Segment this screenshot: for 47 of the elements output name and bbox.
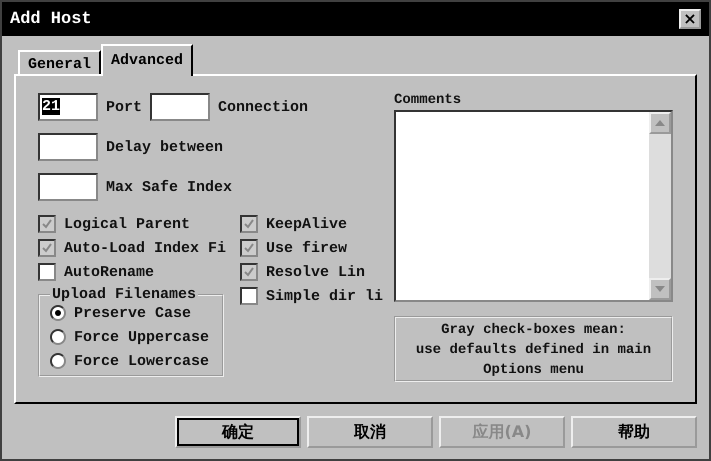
comments-field[interactable] bbox=[394, 110, 673, 302]
radio-button[interactable] bbox=[50, 329, 66, 345]
checkbox-label: Resolve Lin bbox=[266, 264, 366, 280]
checkbox-label: KeepAlive bbox=[266, 216, 348, 232]
checkbox-label: AutoRename bbox=[64, 264, 154, 280]
field-label: Max Safe Index bbox=[106, 178, 232, 196]
radio-label: Preserve Case bbox=[74, 304, 192, 322]
checkbox[interactable] bbox=[240, 287, 258, 305]
checkbox[interactable] bbox=[38, 263, 56, 281]
field-label: Port bbox=[106, 98, 142, 116]
connection-field[interactable] bbox=[150, 93, 210, 121]
dialog-button[interactable]: 帮助 bbox=[571, 416, 697, 448]
group-title: Upload Filenames bbox=[51, 286, 198, 303]
dialog-button[interactable]: 确定 bbox=[175, 416, 301, 448]
checkbox-label: Auto-Load Index Fi bbox=[64, 240, 226, 256]
scrollbar[interactable] bbox=[649, 112, 671, 300]
checkmark-icon bbox=[41, 218, 53, 230]
checkbox-label: Use firew bbox=[266, 240, 348, 256]
checkbox-label: Simple dir li bbox=[266, 288, 384, 304]
checkmark-icon bbox=[41, 242, 53, 254]
checkbox[interactable] bbox=[38, 215, 56, 233]
scroll-up-icon[interactable] bbox=[649, 112, 671, 134]
radio-label: Force Lowercase bbox=[74, 352, 210, 370]
radio-button[interactable] bbox=[50, 305, 66, 321]
checkbox[interactable] bbox=[240, 215, 258, 233]
scroll-down-icon[interactable] bbox=[649, 278, 671, 300]
checkbox[interactable] bbox=[240, 239, 258, 257]
field-label: Connection bbox=[218, 98, 308, 116]
input-field[interactable] bbox=[38, 133, 98, 161]
comments-label: Comments bbox=[394, 92, 462, 108]
checkbox-label: Logical Parent bbox=[64, 216, 190, 232]
checkmark-icon bbox=[243, 218, 255, 230]
tab[interactable]: General bbox=[18, 50, 102, 76]
checkmark-icon bbox=[243, 266, 255, 278]
dialog-button[interactable]: 取消 bbox=[307, 416, 433, 448]
checkbox[interactable] bbox=[38, 239, 56, 257]
tab[interactable]: Advanced bbox=[101, 44, 194, 76]
port-field[interactable]: 21 bbox=[38, 93, 98, 121]
radio-button[interactable] bbox=[50, 353, 66, 369]
field-label: Delay between bbox=[106, 138, 224, 156]
input-field[interactable] bbox=[38, 173, 98, 201]
window-title: Add Host bbox=[10, 10, 92, 28]
radio-label: Force Uppercase bbox=[74, 328, 210, 346]
info-note: Gray check-boxes mean: use defaults defined in main Options menu bbox=[394, 316, 673, 382]
close-button[interactable]: × bbox=[679, 9, 701, 29]
checkbox[interactable] bbox=[240, 263, 258, 281]
checkmark-icon bbox=[243, 242, 255, 254]
